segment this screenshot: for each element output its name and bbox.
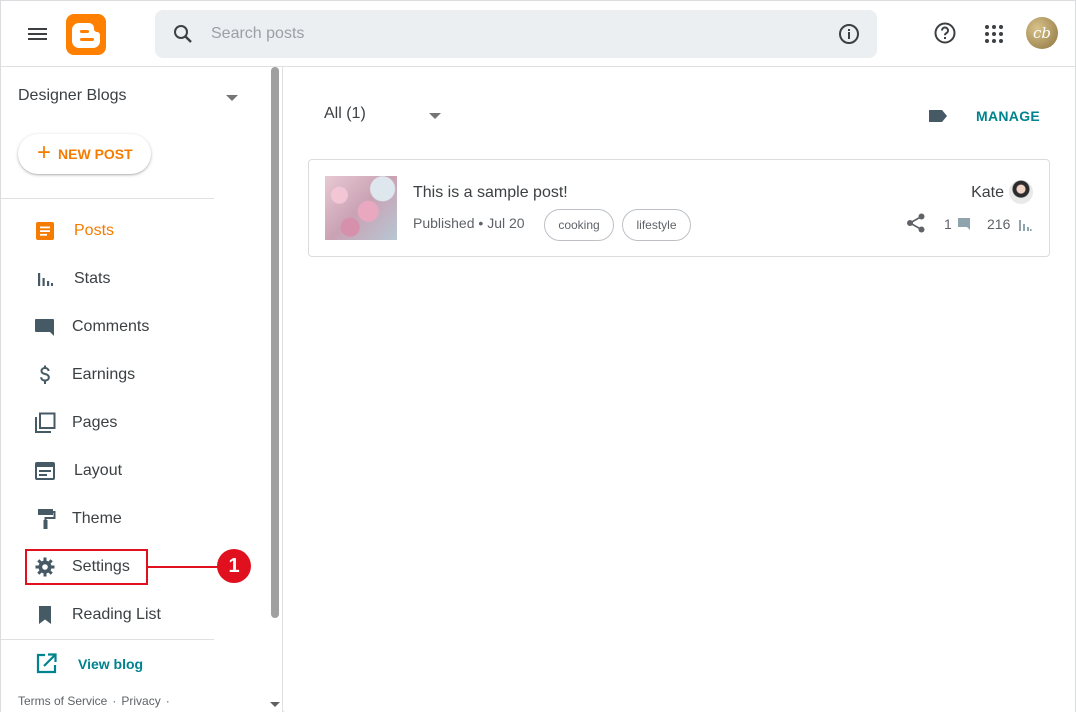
sidebar-item-earnings[interactable]: Earnings <box>1 351 269 399</box>
sidebar-item-pages[interactable]: Pages <box>1 399 269 447</box>
sidebar-scrollbar[interactable] <box>269 67 283 712</box>
blog-selector[interactable]: Designer Blogs <box>18 87 243 109</box>
share-icon[interactable] <box>905 212 927 239</box>
stats-icon <box>33 267 57 291</box>
chevron-down-icon <box>429 113 441 119</box>
apps-grid-icon[interactable] <box>982 22 1006 51</box>
help-icon[interactable] <box>932 20 958 51</box>
sidebar-item-reading-list[interactable]: Reading List <box>1 591 269 639</box>
blog-name: Designer Blogs <box>18 87 127 104</box>
sidebar-item-label: Theme <box>72 510 122 527</box>
privacy-link[interactable]: Privacy <box>121 694 160 708</box>
post-date: Jul 20 <box>487 215 525 231</box>
terms-link[interactable]: Terms of Service <box>18 694 107 708</box>
view-blog-link[interactable]: View blog <box>1 641 214 687</box>
comment-icon <box>33 315 57 339</box>
divider <box>1 639 214 640</box>
sidebar-item-label: Layout <box>74 462 123 479</box>
post-status-date: Published • Jul 20 <box>413 215 525 231</box>
blogger-logo[interactable] <box>66 14 106 55</box>
top-bar: cb <box>1 1 1075 67</box>
divider <box>1 198 214 199</box>
label-chip-cooking[interactable]: cooking <box>544 209 614 241</box>
open-in-new-icon <box>35 653 57 680</box>
search-icon[interactable] <box>171 22 195 51</box>
hamburger-menu-icon[interactable] <box>23 21 53 47</box>
stats-icon <box>1018 218 1032 236</box>
layout-icon <box>33 459 57 483</box>
post-list-item[interactable]: This is a sample post! Published • Jul 2… <box>308 159 1050 257</box>
scrollbar-thumb[interactable] <box>271 67 279 618</box>
search-bar <box>155 10 877 58</box>
paint-roller-icon <box>33 507 57 531</box>
post-status: Published <box>413 215 475 231</box>
sidebar-item-label: Comments <box>72 318 150 335</box>
sidebar-item-theme[interactable]: Theme <box>1 495 269 543</box>
post-thumbnail <box>325 176 397 240</box>
sidebar-item-comments[interactable]: Comments <box>1 303 269 351</box>
filter-label: All (1) <box>324 105 366 122</box>
bookmark-icon <box>33 603 57 627</box>
sidebar-item-posts[interactable]: Posts <box>1 207 269 255</box>
sidebar-item-label: Pages <box>72 414 118 431</box>
post-title: This is a sample post! <box>413 184 568 201</box>
sidebar-item-label: Reading List <box>72 606 161 623</box>
sidebar-item-layout[interactable]: Layout <box>1 447 269 495</box>
sidebar-item-stats[interactable]: Stats <box>1 255 269 303</box>
sidebar-item-label: Stats <box>74 270 111 287</box>
meta-separator: • <box>478 215 484 231</box>
sidebar: Designer Blogs + NEW POST Posts Stats Co… <box>1 67 269 712</box>
sidebar-item-label: Posts <box>74 222 115 239</box>
comment-count: 1 <box>944 216 952 232</box>
scroll-down-arrow-icon[interactable] <box>270 702 280 707</box>
settings-highlight-box <box>25 549 148 585</box>
post-filter-dropdown[interactable]: All (1) <box>324 105 444 127</box>
author-avatar <box>1009 180 1033 204</box>
plus-icon: + <box>37 138 52 166</box>
separator: · <box>165 694 170 708</box>
new-post-label: NEW POST <box>58 146 133 162</box>
callout-badge: 1 <box>217 549 251 583</box>
view-blog-label: View blog <box>78 656 144 672</box>
post-author: Kate <box>971 184 1004 201</box>
footer-links: Terms of Service · Privacy · <box>18 694 175 708</box>
new-post-button[interactable]: + NEW POST <box>18 134 151 174</box>
search-input[interactable] <box>211 10 811 58</box>
label-chip-lifestyle[interactable]: lifestyle <box>622 209 691 241</box>
manage-labels-button[interactable]: MANAGE <box>976 108 1040 124</box>
info-icon[interactable] <box>837 22 861 51</box>
callout-line <box>148 566 220 568</box>
dollar-icon <box>33 363 57 387</box>
sidebar-item-label: Earnings <box>72 366 136 383</box>
view-count: 216 <box>987 216 1011 232</box>
comment-icon <box>957 217 971 236</box>
pages-icon <box>33 411 57 435</box>
posts-icon <box>33 219 57 243</box>
separator: · <box>112 694 117 708</box>
account-avatar[interactable]: cb <box>1026 17 1058 49</box>
main-content: All (1) MANAGE This is a sample post! Pu… <box>284 67 1075 712</box>
chevron-down-icon <box>226 95 238 101</box>
label-tag-icon[interactable] <box>927 106 949 131</box>
